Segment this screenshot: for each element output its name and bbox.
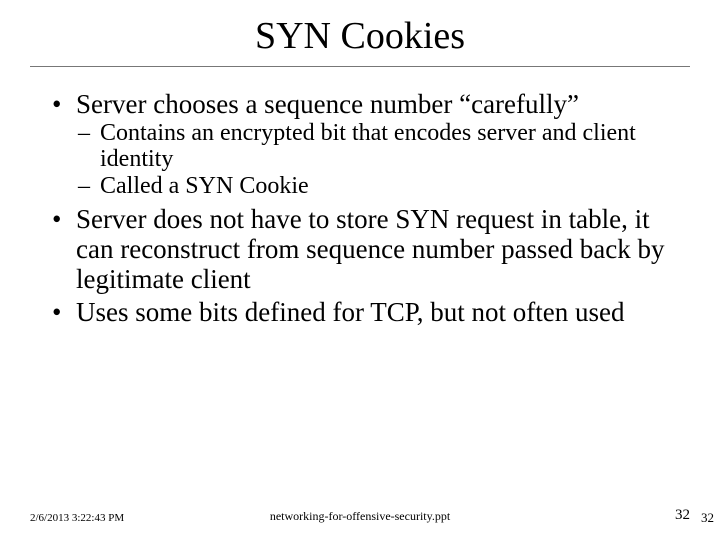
- bullet-item: Server does not have to store SYN reques…: [48, 204, 690, 295]
- bullet-text: Server chooses a sequence number “carefu…: [76, 89, 579, 119]
- slide-footer: 2/6/2013 3:22:43 PM networking-for-offen…: [30, 507, 690, 524]
- footer-filename: networking-for-offensive-security.ppt: [30, 509, 690, 524]
- bullet-item: Server chooses a sequence number “carefu…: [48, 89, 690, 200]
- bullet-text: Server does not have to store SYN reques…: [76, 204, 665, 294]
- footer-timestamp: 2/6/2013 3:22:43 PM: [30, 512, 124, 524]
- bullet-list: Server chooses a sequence number “carefu…: [48, 89, 690, 327]
- slide-content: Server chooses a sequence number “carefu…: [30, 89, 690, 327]
- title-rule: [30, 66, 690, 67]
- slide-title: SYN Cookies: [30, 14, 690, 58]
- bullet-item: Uses some bits defined for TCP, but not …: [48, 297, 690, 327]
- slide: SYN Cookies Server chooses a sequence nu…: [0, 0, 720, 540]
- bullet-text: Uses some bits defined for TCP, but not …: [76, 297, 624, 327]
- sub-bullet-text: Contains an encrypted bit that encodes s…: [100, 120, 636, 172]
- sub-bullet-item: Called a SYN Cookie: [76, 174, 690, 200]
- sub-bullet-text: Called a SYN Cookie: [100, 173, 309, 199]
- footer-page-outer: 32: [701, 510, 714, 526]
- sub-bullet-item: Contains an encrypted bit that encodes s…: [76, 121, 690, 173]
- footer-page-inner: 32: [675, 507, 690, 524]
- sub-bullet-list: Contains an encrypted bit that encodes s…: [76, 121, 690, 200]
